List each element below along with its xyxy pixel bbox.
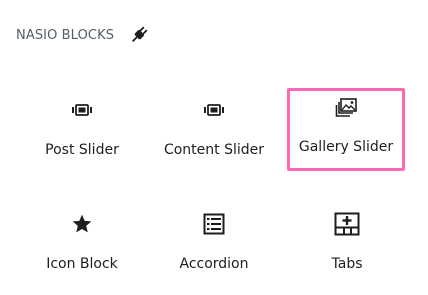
block-label: Tabs — [331, 256, 363, 272]
panel-title: NASIO BLOCKS — [16, 27, 115, 43]
block-icon-block[interactable]: Icon Block — [24, 204, 140, 284]
plug-icon — [128, 24, 150, 46]
block-label: Accordion — [179, 256, 249, 272]
gallery-icon — [335, 94, 357, 122]
accordion-icon — [203, 210, 225, 238]
block-post-slider[interactable]: Post Slider — [24, 90, 140, 170]
panel-header: NASIO BLOCKS — [16, 24, 150, 46]
block-tabs[interactable]: Tabs — [289, 204, 405, 284]
slider-icon — [71, 96, 93, 124]
block-label: Post Slider — [45, 142, 119, 158]
block-label: Gallery Slider — [298, 139, 394, 155]
block-accordion[interactable]: Accordion — [156, 204, 272, 284]
block-label: Content Slider — [163, 142, 265, 158]
slider-icon — [203, 96, 225, 124]
block-label: Icon Block — [46, 256, 118, 272]
tabs-icon — [334, 210, 360, 238]
block-content-slider[interactable]: Content Slider — [156, 90, 272, 170]
block-gallery-slider[interactable]: Gallery Slider — [287, 88, 405, 171]
star-icon — [71, 210, 93, 238]
